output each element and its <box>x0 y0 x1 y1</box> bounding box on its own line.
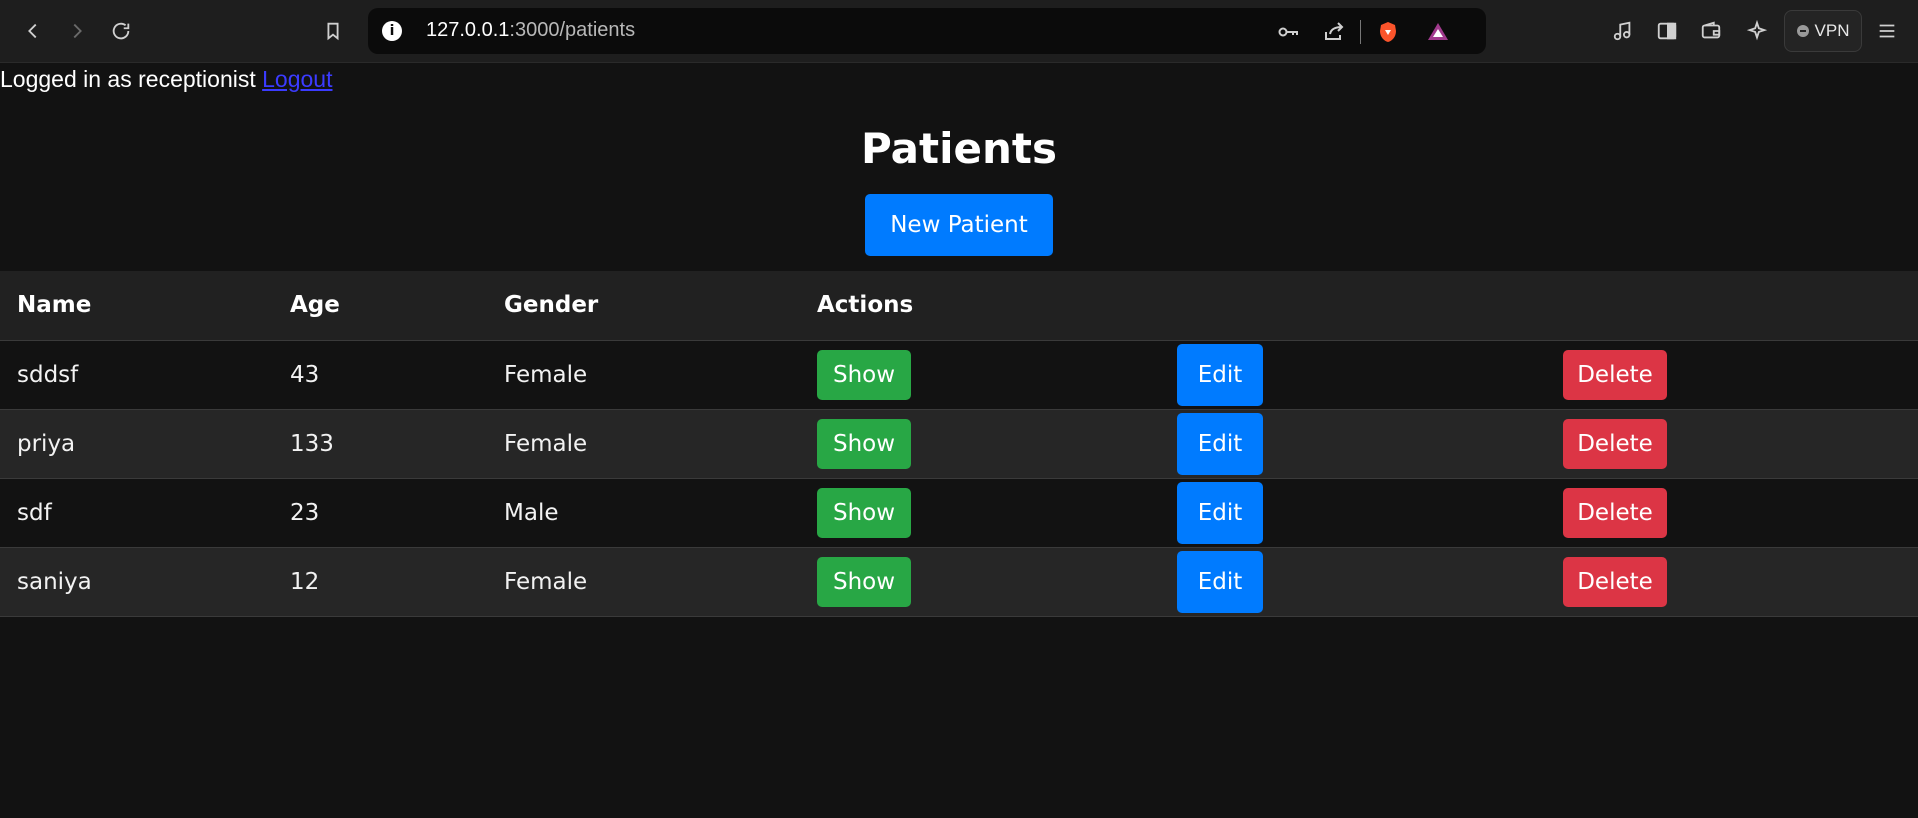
vpn-button[interactable]: VPN <box>1784 10 1862 52</box>
login-status: Logged in as receptionist Logout <box>0 66 332 93</box>
patient-name: saniya <box>17 568 92 595</box>
delete-cell: Delete <box>1546 409 1918 478</box>
patient-age: 43 <box>290 361 320 388</box>
delete-button[interactable]: Delete <box>1563 487 1667 538</box>
table-row: sddsf 43 Female Show Edit Delete <box>0 340 1918 409</box>
show-cell: Show <box>800 409 1160 478</box>
address-divider <box>1360 20 1361 44</box>
share-icon[interactable] <box>1318 16 1350 48</box>
header-name: Name <box>17 292 92 319</box>
show-button[interactable]: Show <box>817 487 911 538</box>
url-host: 127.0.0.1 <box>426 19 510 41</box>
reload-icon[interactable] <box>102 12 140 50</box>
table-row: sdf 23 Male Show Edit Delete <box>0 478 1918 547</box>
table-row: priya 133 Female Show Edit Delete <box>0 409 1918 478</box>
key-icon[interactable] <box>1272 16 1304 48</box>
address-bar[interactable]: i 127.0.0.1:3000/patients <box>368 8 1486 54</box>
browser-toolbar: i 127.0.0.1:3000/patients VPN <box>0 0 1918 63</box>
edit-cell: Edit <box>1160 478 1546 547</box>
edit-cell: Edit <box>1160 547 1546 616</box>
show-button[interactable]: Show <box>817 556 911 607</box>
show-button[interactable]: Show <box>817 418 911 469</box>
edit-cell: Edit <box>1160 340 1546 409</box>
delete-button[interactable]: Delete <box>1563 556 1667 607</box>
header-actions: Actions <box>817 292 914 319</box>
patient-age: 133 <box>290 430 334 457</box>
table-header-row: Name Age Gender Actions <box>0 271 1918 340</box>
vpn-status-icon <box>1796 25 1809 37</box>
brave-rewards-icon[interactable] <box>1422 16 1454 48</box>
url-path: :3000/patients <box>509 19 636 41</box>
delete-cell: Delete <box>1546 478 1918 547</box>
menu-icon[interactable] <box>1868 12 1906 50</box>
delete-button[interactable]: Delete <box>1563 349 1667 400</box>
header-gender: Gender <box>504 292 599 319</box>
wallet-icon[interactable] <box>1692 12 1730 50</box>
table-row: saniya 12 Female Show Edit Delete <box>0 547 1918 616</box>
header-empty <box>1546 271 1918 340</box>
patient-age: 23 <box>290 499 320 526</box>
login-text: Logged in as receptionist <box>0 66 263 92</box>
delete-cell: Delete <box>1546 547 1918 616</box>
forward-icon[interactable] <box>58 12 96 50</box>
patient-age: 12 <box>290 568 320 595</box>
show-cell: Show <box>800 478 1160 547</box>
patients-table: Name Age Gender Actions sddsf 43 Female … <box>0 271 1918 617</box>
patient-gender: Female <box>504 430 588 457</box>
header-age: Age <box>290 292 340 319</box>
page-title: Patients <box>861 124 1057 173</box>
edit-button[interactable]: Edit <box>1177 481 1263 544</box>
patient-name: sddsf <box>17 361 79 388</box>
patient-gender: Female <box>504 361 588 388</box>
patient-name: sdf <box>17 499 52 526</box>
show-cell: Show <box>800 547 1160 616</box>
brave-shields-icon[interactable] <box>1372 16 1404 48</box>
edit-button[interactable]: Edit <box>1177 550 1263 613</box>
music-icon[interactable] <box>1604 12 1642 50</box>
edit-button[interactable]: Edit <box>1177 412 1263 475</box>
back-icon[interactable] <box>14 12 52 50</box>
delete-cell: Delete <box>1546 340 1918 409</box>
bookmark-icon[interactable] <box>314 12 352 50</box>
leo-ai-icon[interactable] <box>1738 12 1776 50</box>
edit-button[interactable]: Edit <box>1177 343 1263 406</box>
logout-link[interactable]: Logout <box>262 66 332 92</box>
delete-button[interactable]: Delete <box>1563 418 1667 469</box>
site-info-icon[interactable]: i <box>382 21 402 41</box>
patient-name: priya <box>17 430 76 457</box>
vpn-label: VPN <box>1814 21 1850 40</box>
show-cell: Show <box>800 340 1160 409</box>
sidebar-icon[interactable] <box>1648 12 1686 50</box>
new-patient-button[interactable]: New Patient <box>865 194 1053 256</box>
header-empty <box>1160 271 1546 340</box>
edit-cell: Edit <box>1160 409 1546 478</box>
show-button[interactable]: Show <box>817 349 911 400</box>
patient-gender: Male <box>504 499 559 526</box>
url-text[interactable]: 127.0.0.1:3000/patients <box>426 19 635 42</box>
patient-gender: Female <box>504 568 588 595</box>
